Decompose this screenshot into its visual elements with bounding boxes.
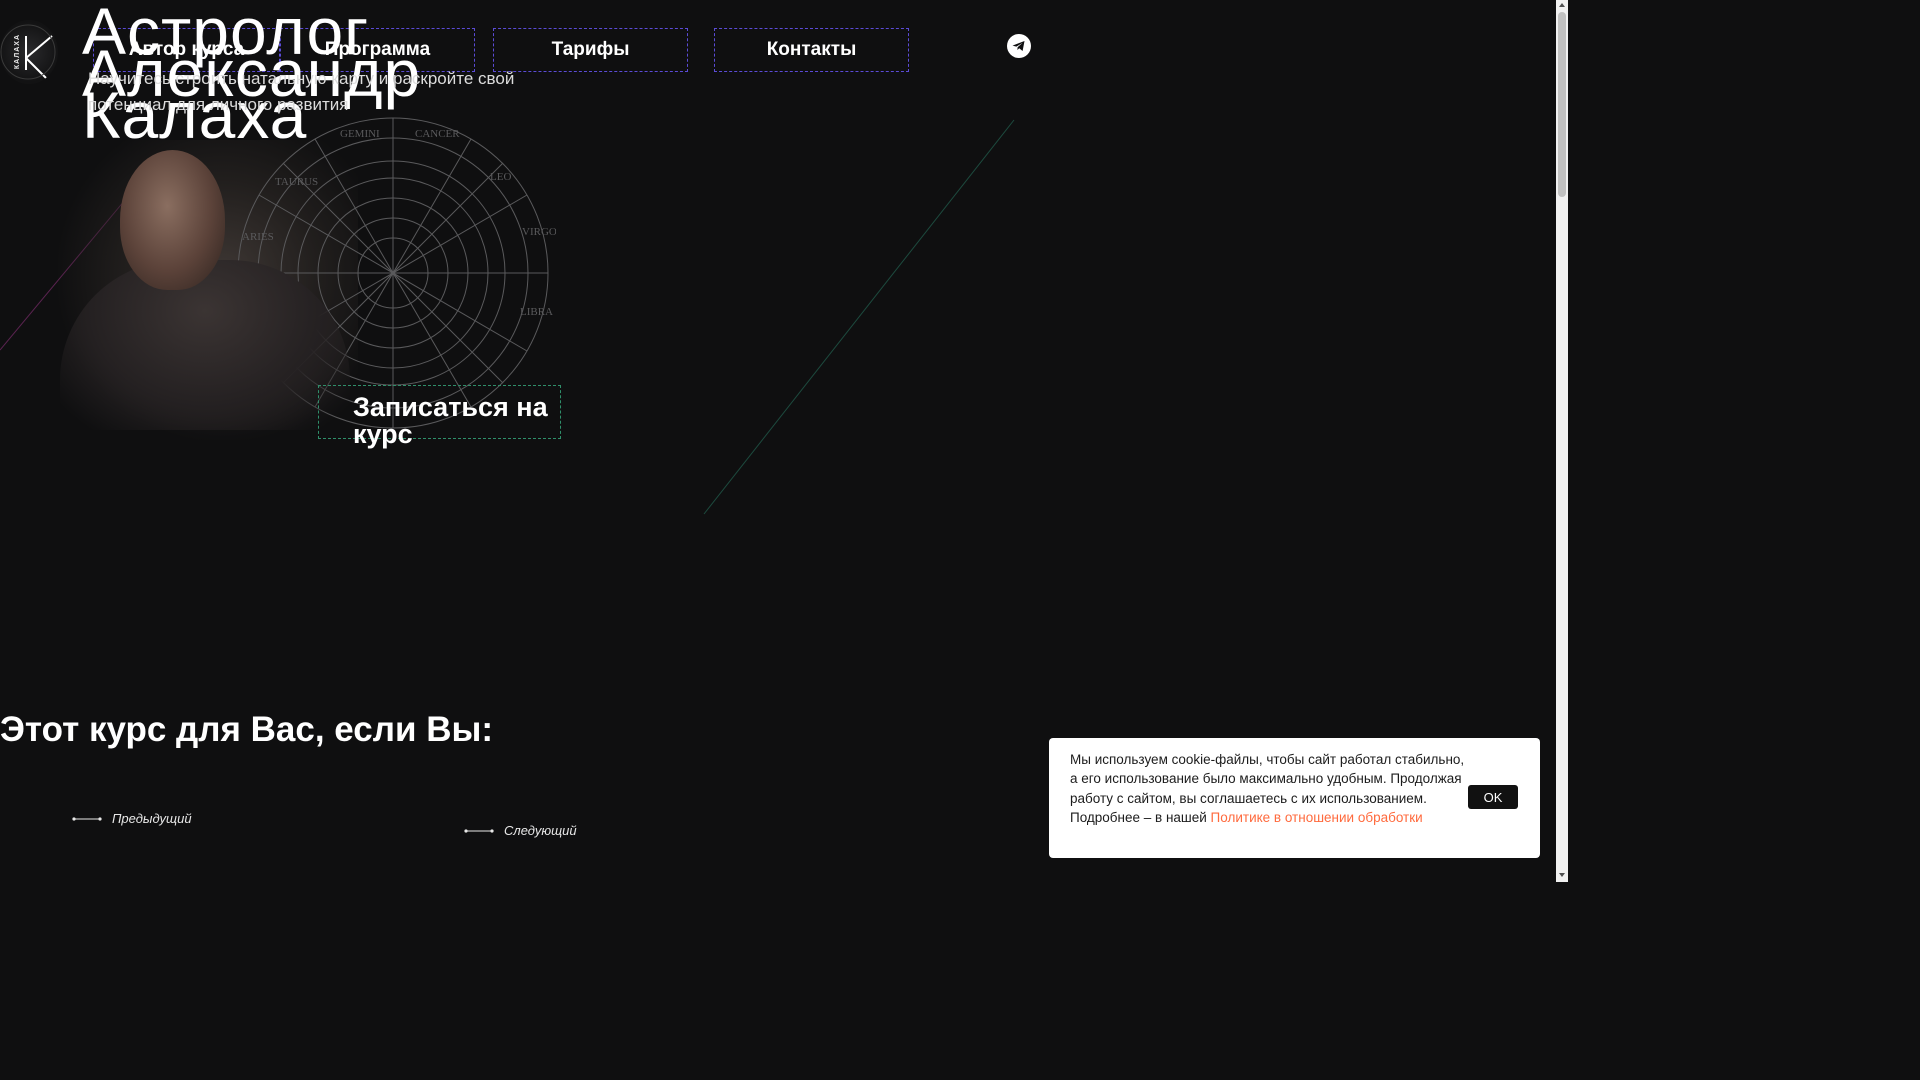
cookie-policy-link[interactable]: Политике в отношении обработки <box>1211 810 1423 825</box>
page: КАЛАХА GEMINI CANCER TAURUS LEO ARIES VI… <box>0 0 1556 882</box>
slider-next-label: Следующий <box>504 823 577 838</box>
zodiac-label: LIBRA <box>520 306 553 318</box>
logo-icon[interactable]: КАЛАХА <box>0 20 58 84</box>
hero-subtitle: Научитесь строить натальную карту и раск… <box>88 69 515 114</box>
portrait-head <box>120 150 225 290</box>
section-title: Этот курс для Вас, если Вы: <box>0 710 494 749</box>
signup-button[interactable]: Записаться на курс <box>318 385 561 448</box>
cookie-banner: Мы используем cookie-файлы, чтобы сайт р… <box>1049 738 1540 858</box>
zodiac-label: ARIES <box>242 231 274 243</box>
slider-prev[interactable]: Предыдущий <box>72 811 192 826</box>
scroll-up-icon[interactable] <box>1559 3 1565 7</box>
arrow-left-icon <box>464 828 494 833</box>
arrow-left-icon <box>72 816 102 821</box>
signup-button-label: Записаться на курс <box>353 392 548 449</box>
slider-next[interactable]: Следующий <box>464 823 577 838</box>
scroll-down-icon[interactable] <box>1559 873 1565 877</box>
page-scrollbar[interactable] <box>1556 0 1568 882</box>
cookie-text: Мы используем cookie-файлы, чтобы сайт р… <box>1070 750 1470 827</box>
zodiac-label: LEO <box>490 171 511 183</box>
nav-tariffs-label: Тарифы <box>551 39 630 60</box>
nav-contacts[interactable]: Контакты <box>714 28 909 72</box>
telegram-icon[interactable] <box>1007 34 1031 58</box>
zodiac-label: TAURUS <box>275 176 318 188</box>
cookie-ok-button[interactable]: OK <box>1468 785 1518 809</box>
zodiac-label: VIRGO <box>522 226 556 238</box>
nav-contacts-label: Контакты <box>766 39 857 60</box>
slider-prev-label: Предыдущий <box>112 811 192 826</box>
scroll-thumb[interactable] <box>1558 12 1566 197</box>
